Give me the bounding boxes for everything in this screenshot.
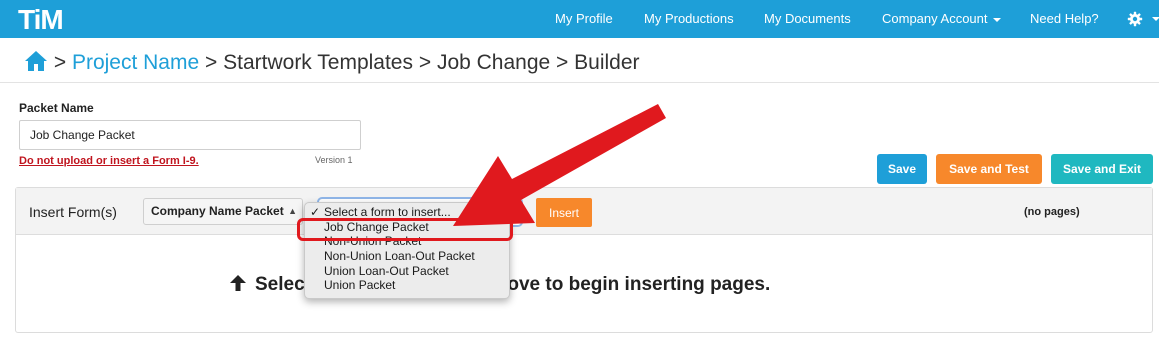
nav-my-documents[interactable]: My Documents <box>764 0 851 38</box>
dropdown-option-label: Select a form to insert... <box>324 205 451 219</box>
nav-need-help[interactable]: Need Help? <box>1030 0 1099 38</box>
page: TiM My Profile My Productions My Documen… <box>0 0 1159 338</box>
breadcrumb-separator: > <box>556 51 569 74</box>
breadcrumb-job-change: Job Change <box>436 51 551 74</box>
insert-forms-header: Insert Form(s) Company Name Packet ▲ Ins… <box>16 188 1152 235</box>
i9-warning-link[interactable]: Do not upload or insert a Form I-9. <box>19 155 199 167</box>
dropdown-option-union-loan-out-packet[interactable]: Union Loan-Out Packet <box>305 264 509 279</box>
save-and-test-button[interactable]: Save and Test <box>936 154 1042 184</box>
company-packet-select[interactable]: Company Name Packet ▲ <box>143 198 303 225</box>
form-select-dropdown: ✓ Select a form to insert... Job Change P… <box>304 202 510 299</box>
top-navbar: TiM My Profile My Productions My Documen… <box>0 0 1159 38</box>
insert-forms-panel: Insert Form(s) Company Name Packet ▲ Ins… <box>15 187 1153 333</box>
gear-chevron-down-icon[interactable] <box>1152 17 1159 21</box>
chevron-down-icon <box>992 17 1001 22</box>
version-label: Version 1 <box>315 155 353 165</box>
home-icon[interactable] <box>24 50 48 72</box>
breadcrumb-separator: > <box>205 51 218 74</box>
breadcrumb-startwork-templates: Startwork Templates <box>223 51 413 74</box>
breadcrumb-builder: Builder <box>574 51 640 74</box>
insert-forms-label: Insert Form(s) <box>29 204 117 220</box>
breadcrumb-separator: > <box>53 51 67 74</box>
highlight-ring <box>297 218 513 241</box>
tim-logo[interactable]: TiM <box>18 6 64 34</box>
dropdown-option-union-packet[interactable]: Union Packet <box>305 278 509 293</box>
select-updown-icon: ▲ <box>288 206 297 216</box>
company-packet-select-value: Company Name Packet <box>151 204 284 218</box>
nav-my-productions[interactable]: My Productions <box>644 0 734 38</box>
packet-name-label: Packet Name <box>19 101 94 115</box>
breadcrumb: > Project Name > Startwork Templates > J… <box>24 48 640 78</box>
breadcrumb-separator: > <box>418 51 432 74</box>
breadcrumb-project-link[interactable]: Project Name <box>72 51 199 74</box>
packet-name-input[interactable] <box>19 120 361 150</box>
save-and-exit-button[interactable]: Save and Exit <box>1051 154 1153 184</box>
company-account-label: Company Account <box>882 11 988 26</box>
arrow-up-icon <box>230 275 246 291</box>
nav-company-account[interactable]: Company Account <box>882 0 1001 38</box>
dropdown-option-non-union-loan-out-packet[interactable]: Non-Union Loan-Out Packet <box>305 249 509 264</box>
pages-status: (no pages) <box>1024 206 1080 218</box>
nav-my-profile[interactable]: My Profile <box>555 0 613 38</box>
header-divider <box>0 82 1159 83</box>
save-button[interactable]: Save <box>877 154 927 184</box>
insert-button[interactable]: Insert <box>536 198 592 227</box>
gear-icon[interactable] <box>1127 11 1143 27</box>
